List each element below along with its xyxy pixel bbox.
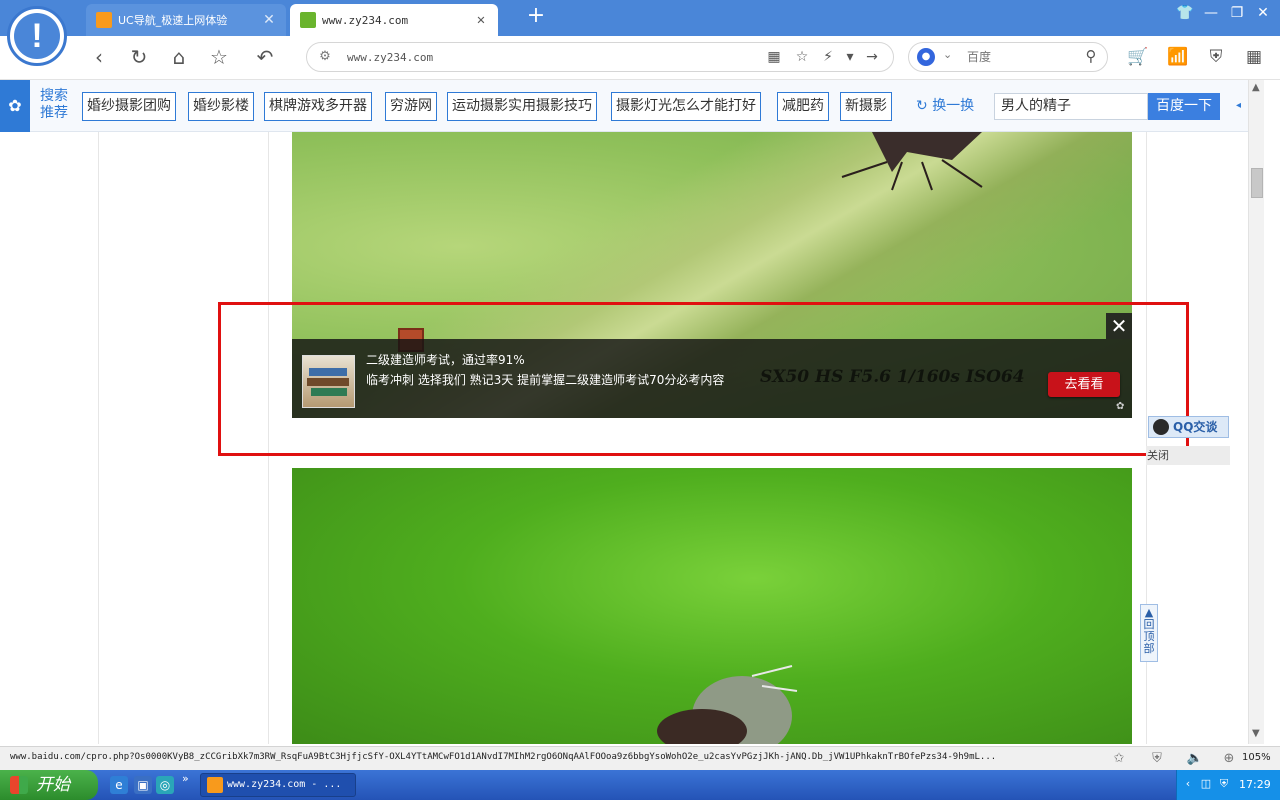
insect-body-graphic (657, 665, 798, 744)
tray-arrow-icon[interactable]: ‹ (1181, 777, 1195, 791)
zoom-icon[interactable]: ⊕ (1220, 750, 1238, 768)
volume-icon[interactable]: 🔈 (1186, 750, 1204, 768)
cart-icon[interactable]: 🛒 (1126, 45, 1150, 69)
insect-legs-graphic (841, 132, 983, 191)
recommend-chip[interactable]: 穷游网 (385, 92, 437, 121)
scroll-down-icon[interactable]: ▼ (1252, 728, 1260, 739)
go-arrow-icon[interactable]: → (863, 48, 881, 66)
uc-favicon-icon (96, 12, 112, 28)
favorite-star-icon[interactable]: ☆ (206, 44, 232, 70)
task-title: www.zy234.com - ... (227, 779, 342, 790)
recommend-chip[interactable]: 新摄影 (840, 92, 892, 121)
back-to-top-button[interactable]: ▲ 回顶部 (1140, 604, 1158, 662)
skin-icon[interactable]: 👕 (1174, 4, 1196, 22)
undo-close-icon[interactable]: ↶ (252, 44, 278, 70)
recommend-search-input[interactable]: 男人的精子 (994, 93, 1148, 120)
address-input[interactable] (347, 47, 747, 67)
shield-icon[interactable]: ⛨ (1204, 45, 1228, 69)
tab-close-icon[interactable]: ✕ (474, 12, 488, 28)
minimize-icon[interactable]: — (1200, 4, 1222, 22)
baidu-paw-icon: ✿ (0, 80, 30, 132)
more-chevron-icon[interactable]: » (182, 772, 189, 785)
maximize-icon[interactable]: ❐ (1226, 4, 1248, 22)
bookmark-star-icon[interactable]: ☆ (793, 48, 811, 66)
recommend-chip[interactable]: 婚纱影楼 (188, 92, 254, 121)
recommend-chip[interactable]: 摄影灯光怎么才能打好 (611, 92, 761, 121)
tab-close-icon[interactable]: ✕ (262, 12, 276, 28)
tab-uc-nav[interactable]: UC导航_极速上网体验 ✕ (86, 4, 286, 36)
vertical-scrollbar[interactable]: ▲ ▼ (1248, 80, 1264, 744)
insect-photo (292, 468, 1132, 744)
system-tray: ‹ ◫ ⛨ 17:29 (1176, 770, 1280, 800)
site-info-icon[interactable]: ⚙ (317, 49, 333, 65)
search-input[interactable] (967, 47, 1077, 67)
taskbar-window-item[interactable]: www.zy234.com - ... (200, 773, 356, 797)
highlight-box (218, 302, 1189, 456)
baidu-search-button[interactable]: 百度一下 (1148, 93, 1220, 120)
shield-status-icon[interactable]: ⛨ (1148, 750, 1166, 768)
refresh-label: 换一换 (932, 98, 975, 114)
status-bar: www.baidu.com/cpro.php?Os0000KVyB8_zCCGr… (0, 746, 1280, 770)
qq-penguin-icon (1153, 419, 1169, 435)
start-label: 开始 (36, 775, 70, 795)
refresh-icon: ↻ (916, 98, 933, 114)
search-recommend-bar: ✿ 搜索推荐 婚纱摄影团购 婚纱影楼 棋牌游戏多开器 穷游网 运动摄影实用摄影技… (0, 80, 1248, 132)
new-tab-button[interactable]: + (524, 4, 548, 28)
title-bar: UC导航_极速上网体验 ✕ www.zy234.com ✕ + 👕 — ❐ ✕ (0, 0, 1280, 36)
page-viewport: 二级建造师考试，通过率91% 临考冲刺 选择我们 熟记3天 提前掌握二级建造师考… (0, 132, 1264, 744)
start-button[interactable]: 开始 (0, 770, 98, 800)
wifi-icon[interactable]: 📶 (1166, 45, 1190, 69)
dropdown-caret-icon[interactable]: ▾ (841, 48, 859, 66)
exclamation-icon: ! (14, 13, 60, 59)
baidu-paw-icon[interactable]: ● (917, 48, 935, 66)
security-icon[interactable]: ⛨ (1217, 777, 1231, 791)
zy234-favicon-icon (300, 12, 316, 28)
network-icon[interactable]: ◫ (1199, 777, 1213, 791)
back-icon[interactable]: ‹ (86, 44, 112, 70)
refresh-recommend-button[interactable]: ↻ 换一换 (916, 92, 974, 121)
zoom-level[interactable]: 105% (1242, 752, 1271, 763)
uc-browser-logo[interactable]: ! (7, 6, 67, 66)
divider (98, 132, 99, 744)
clock[interactable]: 17:29 (1239, 778, 1271, 791)
refresh-icon[interactable]: ↻ (126, 44, 152, 70)
windows-taskbar: 开始 e ▣ ◎ » www.zy234.com - ... ‹ ◫ ⛨ 17:… (0, 770, 1280, 800)
lightning-icon[interactable]: ⚡ (819, 48, 837, 66)
qq-chat-label: QQ交谈 (1173, 420, 1218, 434)
desktop-icon[interactable]: ▣ (134, 776, 152, 794)
navigation-toolbar: ‹ ↻ ⌂ ☆ ↶ ⚙ ▦ ☆ ⚡ ▾ → ● ⌄ ⚲ 🛒 📶 ⛨ ▦ (0, 36, 1280, 80)
recommend-chip[interactable]: 运动摄影实用摄影技巧 (447, 92, 597, 121)
recommend-chip[interactable]: 减肥药 (777, 92, 829, 121)
tab-label: www.zy234.com (322, 13, 409, 27)
recommend-chip[interactable]: 婚纱摄影团购 (82, 92, 176, 121)
windows-logo-icon (10, 776, 28, 794)
address-bar[interactable]: ⚙ ▦ ☆ ⚡ ▾ → (306, 42, 894, 72)
qq-close-button[interactable]: 关闭 (1146, 446, 1230, 465)
tab-zy234[interactable]: www.zy234.com ✕ (290, 4, 498, 36)
recommend-title: 搜索推荐 (40, 88, 68, 121)
status-url: www.baidu.com/cpro.php?Os0000KVyB8_zCCGr… (10, 752, 997, 762)
uc-browser-icon (207, 777, 223, 793)
recommend-chip[interactable]: 棋牌游戏多开器 (264, 92, 372, 121)
scroll-up-icon[interactable]: ▲ (1252, 82, 1260, 93)
ie-icon[interactable]: e (110, 776, 128, 794)
chevron-down-icon[interactable]: ⌄ (943, 48, 952, 61)
search-box[interactable]: ● ⌄ ⚲ (908, 42, 1108, 72)
home-icon[interactable]: ⌂ (166, 44, 192, 70)
star-icon[interactable]: ✩ (1110, 750, 1128, 768)
scroll-thumb[interactable] (1251, 168, 1263, 198)
tab-label: UC导航_极速上网体验 (118, 14, 228, 27)
close-window-icon[interactable]: ✕ (1252, 4, 1274, 22)
qq-chat-button[interactable]: QQ交谈 (1148, 416, 1229, 438)
search-icon[interactable]: ⚲ (1081, 47, 1101, 67)
media-icon[interactable]: ◎ (156, 776, 174, 794)
apps-grid-icon[interactable]: ▦ (1242, 45, 1266, 69)
collapse-arrow-icon[interactable]: ◂ (1236, 100, 1244, 112)
qr-code-icon[interactable]: ▦ (765, 48, 783, 66)
back-to-top-label: 回顶部 (1143, 618, 1155, 655)
